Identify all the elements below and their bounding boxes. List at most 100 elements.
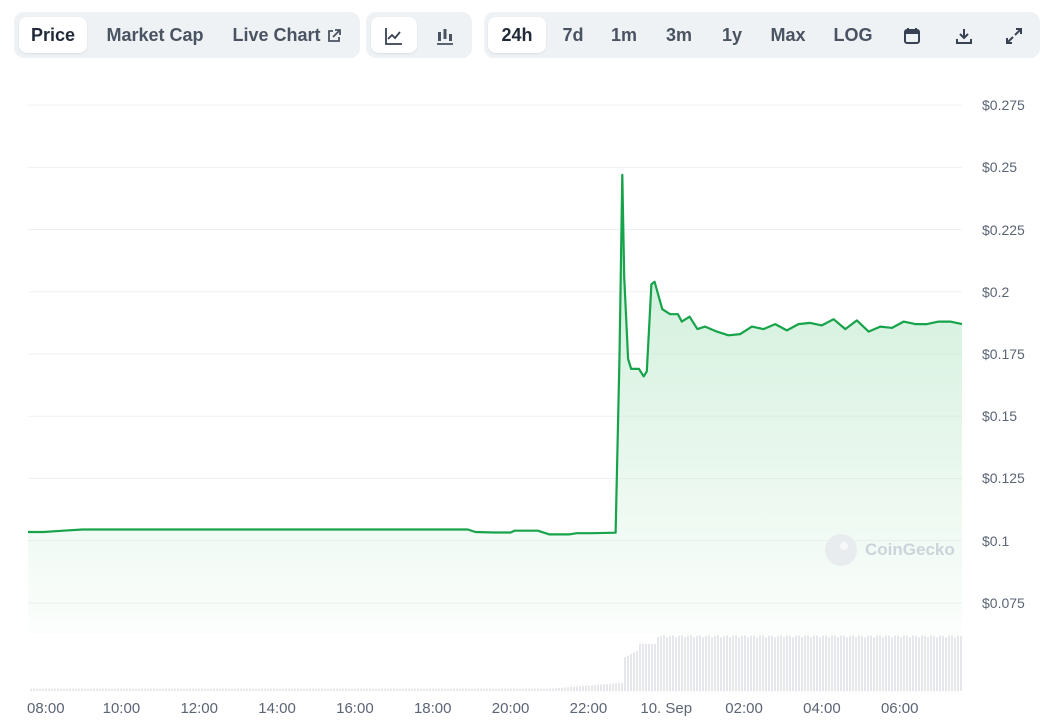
volume-bar	[879, 635, 881, 691]
volume-bar	[105, 688, 107, 691]
volume-bar	[579, 686, 581, 691]
volume-bar	[102, 688, 104, 691]
coingecko-watermark: CoinGecko	[825, 532, 955, 568]
volume-bar	[678, 635, 680, 691]
volume-bar	[858, 635, 860, 691]
volume-bar	[705, 635, 707, 691]
volume-bar	[660, 635, 662, 691]
volume-bar	[54, 688, 56, 691]
volume-bar	[594, 684, 596, 691]
volume-bar	[909, 637, 911, 691]
volume-bar	[948, 635, 950, 691]
volume-bar	[759, 635, 761, 691]
volume-bar	[762, 635, 764, 691]
volume-bar	[795, 635, 797, 691]
volume-bar	[141, 688, 143, 691]
volume-bar	[945, 637, 947, 691]
volume-bar	[642, 643, 644, 691]
volume-bar	[258, 688, 260, 691]
volume-bar	[111, 688, 113, 691]
volume-bar	[108, 688, 110, 691]
x-tick-label: 04:00	[803, 700, 841, 717]
volume-bar	[534, 688, 536, 691]
volume-bar	[78, 688, 80, 691]
volume-bar	[843, 635, 845, 691]
volume-bar	[924, 635, 926, 691]
volume-bar	[834, 635, 836, 691]
volume-bar	[912, 635, 914, 691]
volume-bar	[381, 688, 383, 691]
volume-bar	[321, 688, 323, 691]
volume-bar	[510, 688, 512, 691]
volume-bar	[240, 688, 242, 691]
volume-bar	[726, 635, 728, 691]
volume-bar	[480, 688, 482, 691]
volume-bar	[768, 635, 770, 691]
volume-bar	[264, 688, 266, 691]
volume-bar	[765, 637, 767, 691]
volume-bar	[684, 637, 686, 691]
volume-bar	[543, 688, 545, 691]
volume-bar	[405, 688, 407, 691]
volume-bar	[438, 688, 440, 691]
volume-bar	[99, 688, 101, 691]
volume-bar	[570, 686, 572, 691]
volume-bar	[162, 688, 164, 691]
volume-bar	[228, 688, 230, 691]
volume-bar	[324, 688, 326, 691]
volume-bar	[237, 688, 239, 691]
volume-bar	[216, 688, 218, 691]
volume-bar	[600, 684, 602, 691]
volume-bar	[399, 688, 401, 691]
volume-bar	[630, 654, 632, 691]
volume-bar	[648, 643, 650, 691]
volume-bar	[552, 688, 554, 691]
volume-bar	[747, 637, 749, 691]
volume-bar	[561, 687, 563, 691]
volume-bar	[474, 688, 476, 691]
volume-bar	[210, 688, 212, 691]
volume-bar	[639, 643, 641, 691]
volume-bar	[147, 688, 149, 691]
volume-bar	[681, 635, 683, 691]
x-tick-label: 08:00	[27, 700, 65, 717]
volume-bar	[723, 635, 725, 691]
volume-bar	[582, 685, 584, 691]
volume-bar	[519, 688, 521, 691]
volume-bar	[273, 688, 275, 691]
volume-bar	[219, 688, 221, 691]
x-tick-label: 14:00	[258, 700, 296, 717]
volume-bar	[492, 688, 494, 691]
volume-bar	[192, 688, 194, 691]
volume-bar	[402, 688, 404, 691]
volume-bar	[738, 637, 740, 691]
volume-bar	[93, 688, 95, 691]
volume-bar	[522, 688, 524, 691]
y-tick-label: $0.1	[982, 532, 1010, 549]
volume-bar	[732, 635, 734, 691]
volume-bar	[588, 685, 590, 691]
volume-bar	[930, 635, 932, 691]
price-area	[28, 174, 962, 635]
volume-bar	[504, 688, 506, 691]
price-chart[interactable]	[0, 0, 1040, 726]
volume-bar	[303, 688, 305, 691]
volume-bar	[195, 688, 197, 691]
volume-bar	[636, 650, 638, 691]
volume-bar	[117, 688, 119, 691]
volume-bar	[804, 635, 806, 691]
x-tick-label: 16:00	[336, 700, 374, 717]
volume-bar	[435, 688, 437, 691]
volume-bar	[426, 688, 428, 691]
volume-bar	[894, 635, 896, 691]
volume-bar	[198, 688, 200, 691]
volume-bar	[66, 688, 68, 691]
volume-bar	[906, 635, 908, 691]
volume-bar	[261, 688, 263, 691]
volume-bar	[777, 635, 779, 691]
volume-bar	[720, 637, 722, 691]
x-tick-label: 18:00	[413, 700, 452, 717]
volume-bar	[408, 688, 410, 691]
volume-bar	[585, 685, 587, 691]
volume-bar	[75, 688, 77, 691]
